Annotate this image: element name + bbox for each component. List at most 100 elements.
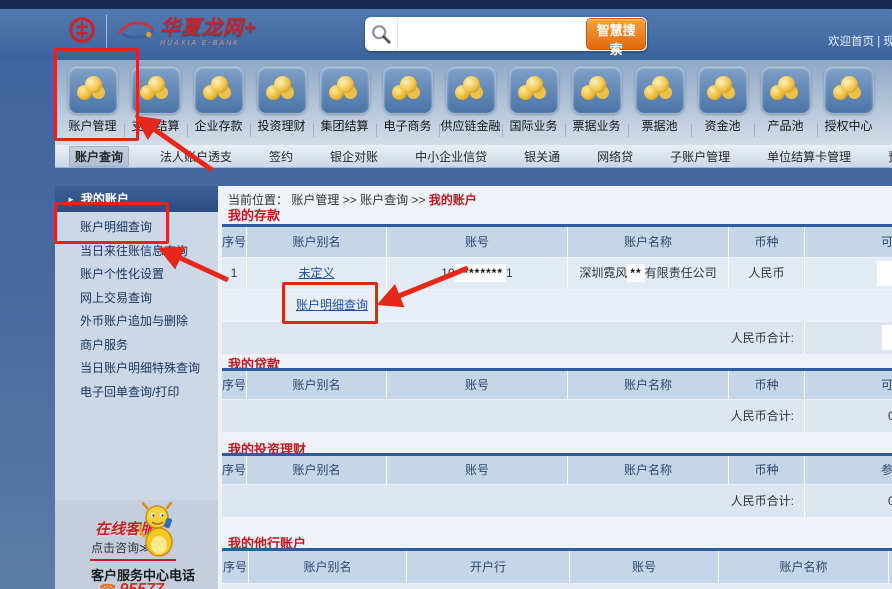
subnav-item[interactable]: 中小企业信贷 — [409, 146, 493, 167]
toolbar-item[interactable]: 企业存款 — [187, 60, 250, 145]
sidebar-item[interactable]: 外币账户追加与删除 — [55, 310, 218, 334]
toolbar-item-label: 资金池 — [691, 117, 754, 134]
column-header: 币种 — [729, 456, 804, 484]
detail-link-row: 账户明细查询 — [222, 290, 892, 321]
breadcrumb-current: 我的账户 — [429, 193, 477, 207]
authorization-center-icon — [824, 66, 874, 114]
bill-pool-icon — [635, 66, 685, 114]
balance-cell — [805, 258, 892, 289]
sidebar-item[interactable]: 网上交易查询 — [55, 287, 218, 311]
column-header: 账户名称 — [568, 456, 728, 484]
masked-name: ** — [627, 264, 644, 282]
payment-settlement-icon — [131, 66, 181, 114]
dragon-swoosh-icon — [116, 17, 156, 48]
toolbar-item-label: 账户管理 — [61, 117, 124, 134]
main-toolbar: 账户管理 支付结算 企业存款 投资理财 — [55, 60, 892, 145]
deposits-header-row: 序号账户别名账号账户名称币种可用 — [222, 227, 892, 257]
toolbar-item[interactable]: 账户管理 — [61, 60, 124, 145]
column-header: 账户别名 — [247, 456, 386, 484]
subnav-item[interactable]: 子账户管理 — [664, 146, 736, 167]
clipped-row — [222, 584, 892, 589]
red-divider — [90, 559, 176, 561]
group-settlement-icon — [320, 66, 370, 114]
account-number-cell: 10********1 — [387, 258, 567, 289]
subnav-item[interactable]: 账户查询 — [69, 146, 129, 167]
other-banks-header-row: 序号账户别名开户行账号账户名称 — [222, 551, 892, 583]
toolbar-item[interactable]: 国际业务 — [502, 60, 565, 145]
subnav-item[interactable]: 单位结算卡管理 — [761, 146, 857, 167]
loans-table: 序号账户别名账号账户名称币种可用 人民币合计: 0 — [222, 371, 892, 433]
subnav-item[interactable]: 预约服务 — [882, 146, 892, 167]
toolbar-item[interactable]: 授权中心 — [817, 60, 880, 145]
brand-title: 华夏龙网+ — [160, 18, 257, 38]
toolbar-item[interactable]: 票据池 — [628, 60, 691, 145]
column-header: 可用 — [805, 371, 892, 399]
sidebar-item[interactable]: 电子回单查询/打印 — [55, 381, 218, 405]
deposits-total-row: 人民币合计: — [222, 322, 892, 354]
subnav-item[interactable]: 签约 — [263, 146, 299, 167]
capital-pool-icon — [698, 66, 748, 114]
international-business-icon — [509, 66, 559, 114]
loans-header-row: 序号账户别名账号账户名称币种可用 — [222, 371, 892, 399]
sidebar-item[interactable]: 当日来往账信息查询 — [55, 240, 218, 264]
toolbar-item-label: 集团结算 — [313, 117, 376, 134]
investments-table: 序号账户别名账号账户名称币种参考 人民币合计: 0 — [222, 456, 892, 518]
toolbar-item-label: 国际业务 — [502, 117, 565, 134]
deposit-account-row: 1 未定义 10********1 深圳霓风**有限责任公司 人民币 — [222, 258, 892, 289]
sidebar-item[interactable]: 商户服务 — [55, 334, 218, 358]
column-header: 序号 — [222, 371, 246, 399]
account-detail-query-link[interactable]: 账户明细查询 — [296, 298, 368, 312]
alias-link[interactable]: 未定义 — [298, 266, 334, 280]
welcome-partial-link[interactable]: 现 — [883, 36, 892, 48]
sidebar: ►我的账户 账户明细查询 当日来往账信息查询 账户个性化设置 网上交易查询 外币… — [55, 186, 218, 589]
toolbar-item-label: 支付结算 — [124, 117, 187, 134]
bank-emblem-icon — [68, 16, 96, 49]
welcome-home-link[interactable]: 欢迎首页 — [828, 36, 874, 48]
toolbar-item[interactable]: 票据业务 — [565, 60, 628, 145]
sidebar-item[interactable]: 账户明细查询 — [55, 216, 218, 240]
subnav-item[interactable]: 网络贷 — [591, 146, 639, 167]
top-strip — [0, 0, 892, 9]
breadcrumb-account-management[interactable]: 账户管理 — [291, 193, 339, 207]
column-header: 币种 — [729, 227, 804, 257]
smart-search-button[interactable]: 智慧搜索 — [586, 18, 646, 50]
sidebar-header[interactable]: ►我的账户 — [55, 186, 218, 212]
toolbar-item[interactable]: 投资理财 — [250, 60, 313, 145]
toolbar-item-label: 授权中心 — [817, 117, 880, 134]
currency-cell: 人民币 — [729, 258, 804, 289]
sidebar-item[interactable]: 账户个性化设置 — [55, 263, 218, 287]
subnav-item[interactable]: 银企对账 — [324, 146, 384, 167]
toolbar-item[interactable]: 产品池 — [754, 60, 817, 145]
toolbar-item[interactable]: 供应链金融 — [439, 60, 502, 145]
bill-business-icon — [572, 66, 622, 114]
brand-divider — [106, 15, 107, 49]
column-header: 账户名称 — [568, 227, 728, 257]
sidebar-item[interactable]: 当日账户明细特殊查询 — [55, 357, 218, 381]
subnav-item[interactable]: 法人账户透支 — [154, 146, 238, 167]
total-label: 人民币合计: — [222, 485, 804, 517]
column-header: 币种 — [729, 371, 804, 399]
total-value-cell: 0 — [805, 400, 892, 432]
investment-icon — [257, 66, 307, 114]
header-bar: 华夏龙网+ HUAXIA E-BANK 智慧搜索 欢迎首页 | 现 — [0, 9, 892, 60]
toolbar-item[interactable]: 资金池 — [691, 60, 754, 145]
toolbar-item-label: 企业存款 — [187, 117, 250, 134]
breadcrumb-account-query[interactable]: 账户查询 — [360, 193, 408, 207]
welcome-links[interactable]: 欢迎首页 | 现 — [828, 33, 892, 49]
toolbar-item-label: 票据业务 — [565, 117, 628, 134]
supply-chain-finance-icon — [446, 66, 496, 114]
column-header: 账号 — [387, 227, 567, 257]
total-label: 人民币合计: — [222, 400, 804, 432]
toolbar-item[interactable]: 集团结算 — [313, 60, 376, 145]
total-value-cell: 0 — [805, 485, 892, 517]
toolbar-item[interactable]: 支付结算 — [124, 60, 187, 145]
toolbar-item-label: 供应链金融 — [439, 117, 502, 134]
subnav-item[interactable]: 银关通 — [518, 146, 566, 167]
search-input[interactable] — [398, 21, 586, 47]
toolbar-item[interactable]: 电子商务 — [376, 60, 439, 145]
seq-cell: 1 — [222, 258, 246, 289]
column-header: 序号 — [222, 456, 246, 484]
ebank-page: 华夏龙网+ HUAXIA E-BANK 智慧搜索 欢迎首页 | 现 — [0, 0, 892, 589]
column-header: 账户别名 — [247, 371, 386, 399]
deposits-table: 序号账户别名账号账户名称币种可用 1 未定义 10********1 深圳霓风*… — [222, 227, 892, 355]
